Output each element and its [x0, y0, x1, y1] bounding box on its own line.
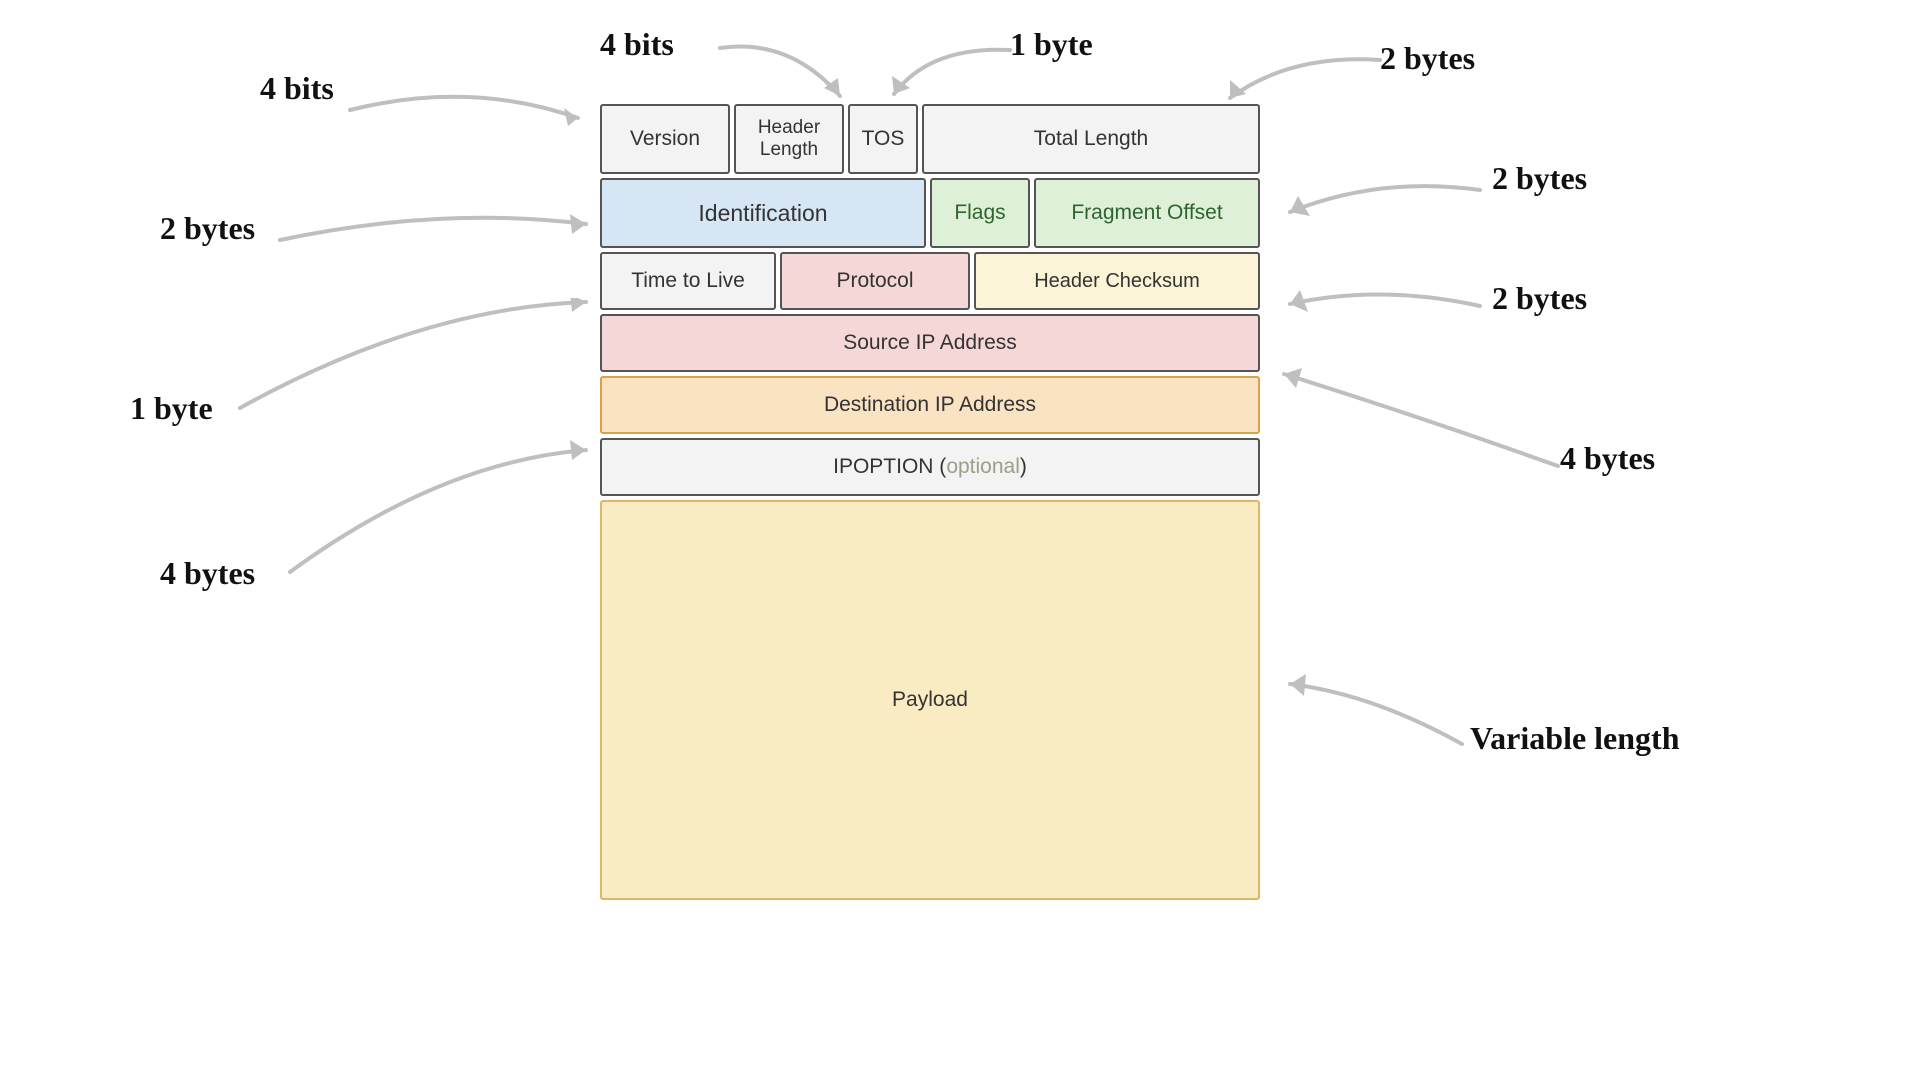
- field-payload: Payload: [600, 500, 1260, 900]
- row-4: Source IP Address: [600, 314, 1260, 372]
- arrow-payload: [1272, 664, 1492, 764]
- row-2: Identification Flags Fragment Offset: [600, 178, 1260, 248]
- arrow-src-ip: [1268, 356, 1588, 486]
- row-6: IPOPTION (optional): [600, 438, 1260, 496]
- ann-checksum-size: 2 bytes: [1492, 280, 1587, 317]
- arrow-flags-frag: [1270, 170, 1500, 240]
- ann-ttl-size: 1 byte: [130, 390, 213, 427]
- row-3: Time to Live Protocol Header Checksum: [600, 252, 1260, 310]
- field-version: Version: [600, 104, 730, 174]
- arrow-dst-ip: [280, 432, 610, 582]
- row-7: Payload: [600, 500, 1260, 900]
- field-fragment-offset: Fragment Offset: [1034, 178, 1260, 248]
- field-dst-ip: Destination IP Address: [600, 376, 1260, 434]
- field-ipoption: IPOPTION (optional): [600, 438, 1260, 496]
- field-tos: TOS: [848, 104, 918, 174]
- diagram-stage: 4 bits 4 bits 1 byte 2 bytes 1 byte 4 by…: [0, 0, 1920, 1080]
- ann-payload-size: Variable length: [1470, 720, 1680, 757]
- arrow-identification: [260, 200, 610, 260]
- ann-flags-frag-size: 2 bytes: [1492, 160, 1587, 197]
- ann-header-length-size: 4 bits: [600, 26, 674, 63]
- field-header-length: Header Length: [734, 104, 844, 174]
- field-total-length: Total Length: [922, 104, 1260, 174]
- ann-version-size: 4 bits: [260, 70, 334, 107]
- field-flags: Flags: [930, 178, 1030, 248]
- field-identification: Identification: [600, 178, 926, 248]
- arrow-ttl: [230, 298, 610, 418]
- field-src-ip: Source IP Address: [600, 314, 1260, 372]
- arrow-version: [330, 70, 610, 150]
- row-5: Destination IP Address: [600, 376, 1260, 434]
- field-checksum: Header Checksum: [974, 252, 1260, 310]
- row-1: Version Header Length TOS Total Length: [600, 104, 1260, 174]
- field-ttl: Time to Live: [600, 252, 776, 310]
- ann-identification-size: 2 bytes: [160, 210, 255, 247]
- field-protocol: Protocol: [780, 252, 970, 310]
- ann-dst-ip-size: 4 bytes: [160, 555, 255, 592]
- ip-packet-diagram: Version Header Length TOS Total Length I…: [600, 104, 1260, 904]
- arrow-checksum: [1270, 276, 1500, 336]
